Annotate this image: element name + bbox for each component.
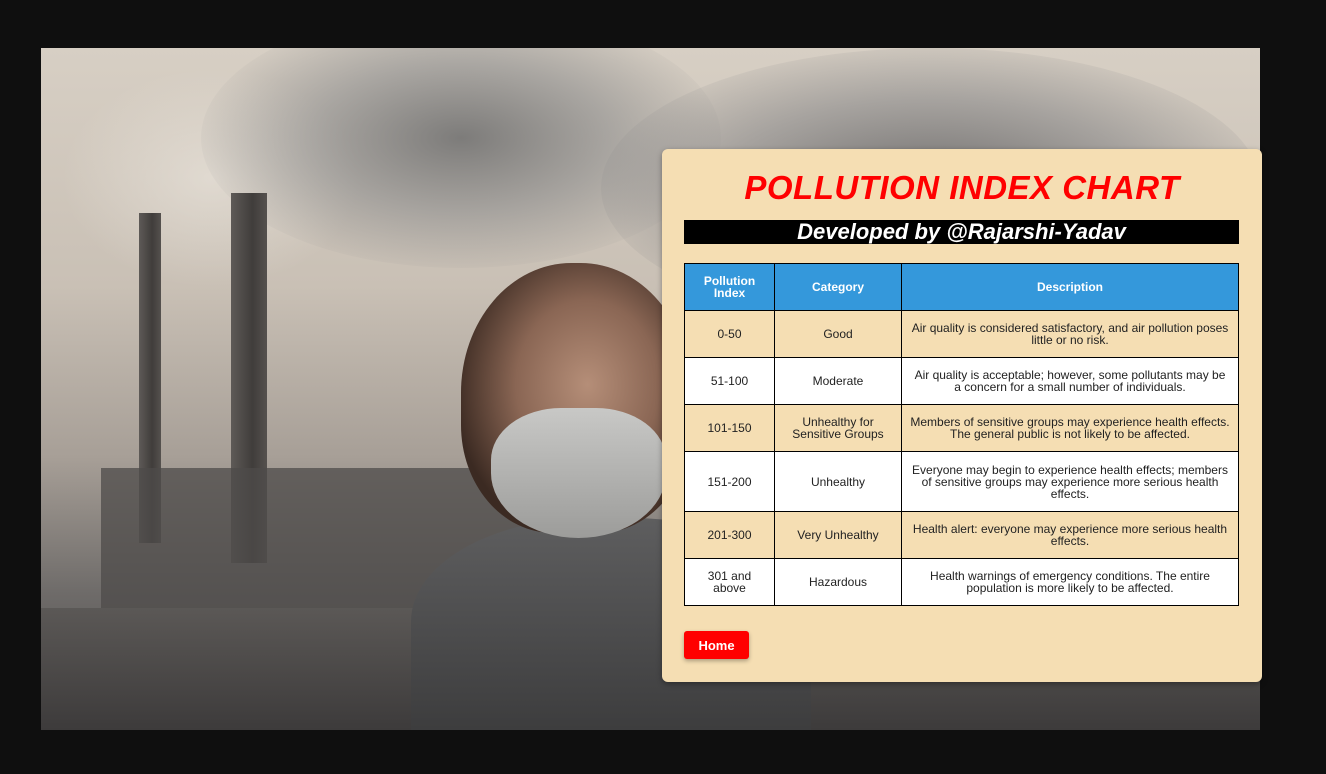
developer-byline: Developed by @Rajarshi-Yadav — [684, 220, 1239, 244]
cell-index: 201-300 — [684, 511, 775, 559]
column-header-description: Description — [901, 263, 1239, 311]
table-header-row: Pollution Index Category Description — [684, 263, 1239, 311]
table-row: 0-50 Good Air quality is considered sati… — [684, 310, 1239, 358]
column-header-category: Category — [774, 263, 902, 311]
column-header-index: Pollution Index — [684, 263, 775, 311]
cell-description: Health alert: everyone may experience mo… — [901, 511, 1239, 559]
cell-description: Health warnings of emergency conditions.… — [901, 558, 1239, 606]
cell-index: 101-150 — [684, 404, 775, 452]
table-row: 301 and above Hazardous Health warnings … — [684, 558, 1239, 606]
cell-index: 151-200 — [684, 451, 775, 512]
page-title: POLLUTION INDEX CHART — [744, 169, 1180, 206]
cell-category: Moderate — [774, 357, 902, 405]
cell-description: Members of sensitive groups may experien… — [901, 404, 1239, 452]
face-mask — [491, 408, 666, 538]
table-row: 101-150 Unhealthy for Sensitive Groups M… — [684, 404, 1239, 452]
cell-description: Everyone may begin to experience health … — [901, 451, 1239, 512]
pollution-chart-panel: POLLUTION INDEX CHART Developed by @Raja… — [662, 149, 1262, 682]
cell-index: 0-50 — [684, 310, 775, 358]
cell-category: Hazardous — [774, 558, 902, 606]
pollution-index-table: Pollution Index Category Description 0-5… — [684, 263, 1239, 606]
cell-category: Unhealthy for Sensitive Groups — [774, 404, 902, 452]
table-row: 151-200 Unhealthy Everyone may begin to … — [684, 451, 1239, 512]
cell-category: Unhealthy — [774, 451, 902, 512]
home-button[interactable]: Home — [684, 631, 749, 659]
table-row: 51-100 Moderate Air quality is acceptabl… — [684, 357, 1239, 405]
cell-description: Air quality is considered satisfactory, … — [901, 310, 1239, 358]
cell-description: Air quality is acceptable; however, some… — [901, 357, 1239, 405]
cell-category: Good — [774, 310, 902, 358]
cell-index: 301 and above — [684, 558, 775, 606]
table-row: 201-300 Very Unhealthy Health alert: eve… — [684, 511, 1239, 559]
cell-category: Very Unhealthy — [774, 511, 902, 559]
cell-index: 51-100 — [684, 357, 775, 405]
